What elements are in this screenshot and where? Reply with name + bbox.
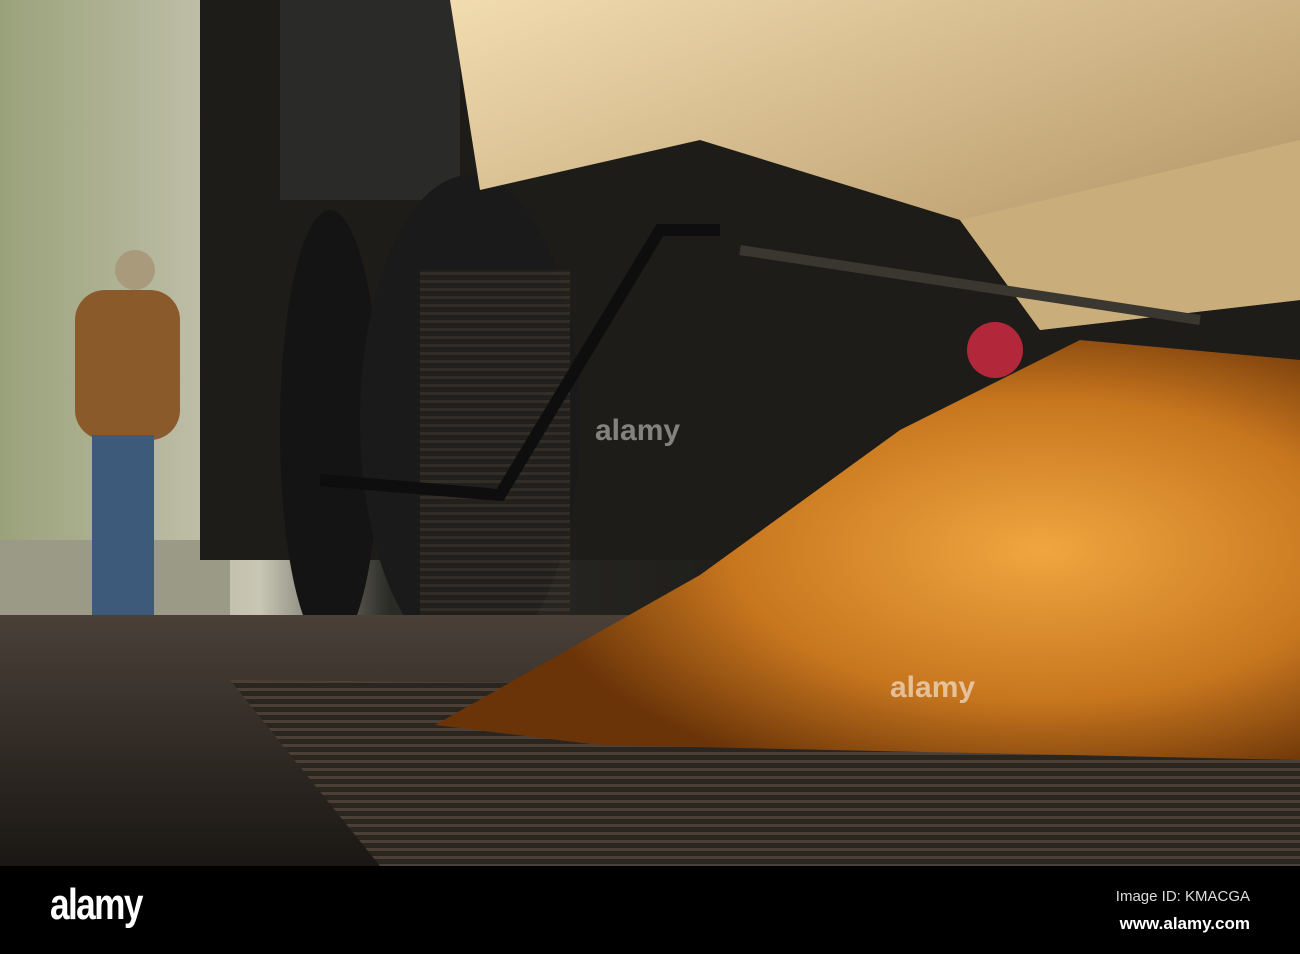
image-id: Image ID: KMACGA — [1115, 888, 1250, 905]
grain-truck-photo: alamy alamy — [0, 0, 1300, 866]
website-link[interactable]: www.alamy.com — [1120, 914, 1250, 934]
alamy-logo: alamy — [50, 880, 143, 929]
footer-bar: alamy Image ID: KMACGA www.alamy.com — [0, 866, 1300, 954]
photo-frame: alamy alamy alamy Image ID: KMACGA www.a… — [0, 0, 1300, 954]
watermark-overlay: alamy — [595, 414, 680, 447]
tail-light — [967, 322, 1023, 378]
watermark-overlay: alamy — [890, 671, 975, 704]
